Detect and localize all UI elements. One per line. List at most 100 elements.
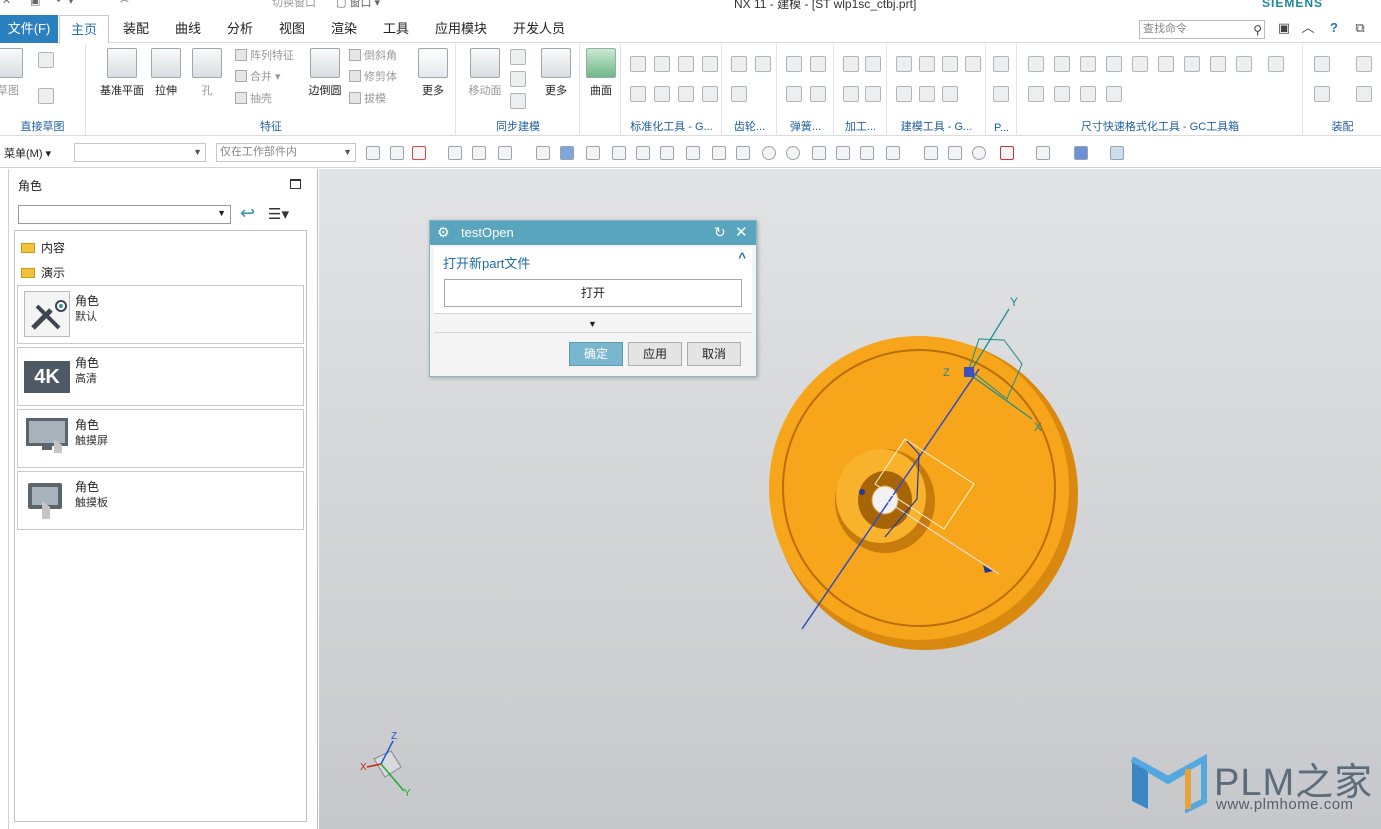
dim-format-icon[interactable] — [1080, 56, 1096, 72]
visibility-icon[interactable] — [1110, 146, 1124, 160]
modeling-tool-icon[interactable] — [942, 86, 958, 102]
folder-demo[interactable]: 演示 — [21, 264, 65, 281]
trim-body-button[interactable]: 修剪体 — [349, 68, 397, 86]
save-icon[interactable]: ▣ — [30, 0, 40, 7]
spring-tool-icon[interactable] — [786, 86, 802, 102]
filter-icon[interactable] — [472, 146, 486, 160]
center-point-icon[interactable] — [762, 146, 776, 160]
select-all-icon[interactable] — [412, 146, 426, 160]
assembly-tool-icon[interactable] — [1356, 56, 1372, 72]
gc-tool-icon[interactable] — [702, 86, 718, 102]
type-filter-select[interactable]: ▼ — [74, 143, 206, 162]
more-sync-button[interactable]: 更多 — [532, 48, 580, 98]
window-menu-label[interactable]: ▢ 窗口 ▾ — [336, 0, 380, 10]
curve-icon[interactable] — [660, 146, 674, 160]
tab-curve[interactable]: 曲线 — [164, 15, 212, 43]
reset-icon[interactable]: ↻ — [714, 224, 726, 241]
gc-tool-icon[interactable] — [678, 56, 694, 72]
collapse-icon[interactable]: ^ — [738, 250, 746, 265]
gc-tool-icon[interactable] — [678, 86, 694, 102]
modeling-tool-icon[interactable] — [919, 86, 935, 102]
hole-button[interactable]: 孔 — [183, 48, 231, 98]
line-icon[interactable] — [636, 146, 650, 160]
window-layout-icon[interactable]: ▣ — [1276, 20, 1292, 36]
file-menu[interactable]: 文件(F) — [0, 15, 58, 43]
help-icon[interactable]: ? — [1326, 20, 1342, 36]
more-features-button[interactable]: 更多 — [409, 48, 457, 98]
tab-developer[interactable]: 开发人员 — [502, 15, 576, 43]
cut-icon[interactable]: ✂ — [120, 0, 129, 7]
grid-icon[interactable] — [886, 146, 900, 160]
filter-icon[interactable] — [448, 146, 462, 160]
modeling-tool-icon[interactable] — [896, 56, 912, 72]
open-button[interactable]: 打开 — [444, 279, 742, 307]
tab-render[interactable]: 渲染 — [320, 15, 368, 43]
shaded-icon[interactable] — [1074, 146, 1088, 160]
gear-tool-icon[interactable] — [731, 56, 747, 72]
machining-tool-icon[interactable] — [865, 56, 881, 72]
dim-format-icon[interactable] — [1236, 56, 1252, 72]
tab-analysis[interactable]: 分析 — [216, 15, 264, 43]
rectangle-icon[interactable] — [38, 88, 54, 104]
line-icon[interactable] — [612, 146, 626, 160]
face-select-icon[interactable] — [536, 146, 550, 160]
machining-tool-icon[interactable] — [843, 86, 859, 102]
sketch-button[interactable]: 草图 — [0, 48, 32, 98]
surface-button[interactable]: 曲面 — [577, 48, 625, 98]
roles-filter-select[interactable]: ▼ — [18, 205, 231, 224]
command-search-input[interactable]: 查找命令 ⚲ — [1139, 20, 1265, 39]
tab-assembly[interactable]: 装配 — [112, 15, 160, 43]
orient-view-icon[interactable] — [1000, 146, 1014, 160]
shell-button[interactable]: 抽壳 — [235, 90, 272, 108]
quadrant-icon[interactable] — [786, 146, 800, 160]
gc-tool-icon[interactable] — [654, 56, 670, 72]
snap-icon[interactable] — [390, 146, 404, 160]
datum-plane-button[interactable]: 基准平面 — [97, 48, 147, 98]
dim-format-icon[interactable] — [1184, 56, 1200, 72]
zoom-icon[interactable] — [948, 146, 962, 160]
assembly-tool-icon[interactable] — [1314, 86, 1330, 102]
dim-format-icon[interactable] — [1132, 56, 1148, 72]
menu-button[interactable]: 菜单(M) ▾ — [4, 145, 51, 161]
role-card-touchscreen[interactable]: 角色 触摸屏 — [17, 409, 304, 468]
p-tool-icon[interactable] — [993, 86, 1009, 102]
dim-format-icon[interactable] — [1054, 86, 1070, 102]
spline-icon[interactable] — [686, 146, 700, 160]
sync-icon-1[interactable] — [510, 49, 526, 65]
draft-button[interactable]: 拔模 — [349, 90, 386, 108]
search-icon[interactable]: ⚲ — [1253, 22, 1262, 39]
gc-tool-icon[interactable] — [630, 86, 646, 102]
apply-button[interactable]: 应用 — [628, 342, 682, 366]
cancel-button[interactable]: 取消 — [687, 342, 741, 366]
sync-icon-3[interactable] — [510, 93, 526, 109]
expand-more-icon[interactable]: ▼ — [588, 319, 597, 329]
edge-blend-button[interactable]: 边倒圆 — [300, 48, 350, 98]
quick-access-icon[interactable]: ✕ — [2, 0, 11, 7]
dim-format-icon[interactable] — [1054, 56, 1070, 72]
point-select-icon[interactable] — [586, 146, 600, 160]
dim-format-icon[interactable] — [1268, 56, 1284, 72]
selection-scope-select[interactable]: 仅在工作部件内 ▼ — [216, 143, 356, 162]
back-arrow-icon[interactable]: ↩ — [240, 203, 255, 224]
close-icon[interactable]: ✕ — [735, 223, 748, 241]
tab-view[interactable]: 视图 — [268, 15, 316, 43]
rotate-icon[interactable] — [972, 146, 986, 160]
move-face-button[interactable]: 移动面 — [461, 48, 509, 98]
ok-button[interactable]: 确定 — [569, 342, 623, 366]
sync-icon-2[interactable] — [510, 71, 526, 87]
section-title[interactable]: 打开新part文件 — [443, 253, 530, 272]
render-style-icon[interactable] — [1036, 146, 1050, 160]
line-icon[interactable] — [836, 146, 850, 160]
wave-icon[interactable] — [712, 146, 726, 160]
dim-format-icon[interactable] — [1210, 56, 1226, 72]
folder-content[interactable]: 内容 — [21, 239, 65, 256]
dialog-header[interactable]: ⚙ testOpen ↻ ✕ — [430, 221, 756, 245]
collapse-ribbon-icon[interactable]: ︿ — [1300, 20, 1316, 36]
spring-tool-icon[interactable] — [810, 86, 826, 102]
dim-format-icon[interactable] — [1028, 86, 1044, 102]
body-select-icon[interactable] — [560, 146, 574, 160]
snap-icon[interactable] — [366, 146, 380, 160]
tab-home[interactable]: 主页 — [59, 15, 109, 44]
gc-tool-icon[interactable] — [654, 86, 670, 102]
tab-applications[interactable]: 应用模块 — [424, 15, 498, 43]
